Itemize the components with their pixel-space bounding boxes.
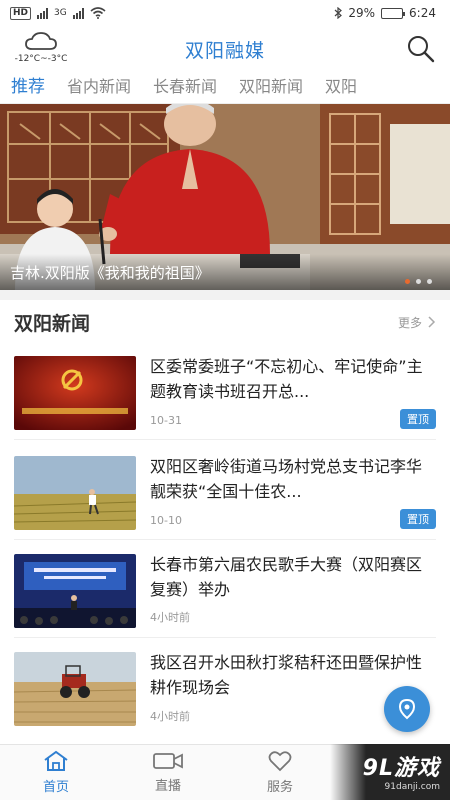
nav-services[interactable]: 服务 bbox=[224, 745, 336, 800]
news-thumbnail-image bbox=[14, 554, 136, 628]
carousel-dot-3[interactable] bbox=[427, 279, 432, 284]
news-title: 长春市第六届农民歌手大赛（双阳赛区复赛）举办 bbox=[150, 555, 423, 599]
battery-icon bbox=[381, 7, 406, 19]
news-thumbnail bbox=[14, 554, 136, 628]
tab-provincial-news[interactable]: 省内新闻 bbox=[56, 70, 142, 103]
watermark-brand: 9L游戏 bbox=[362, 756, 440, 781]
search-button[interactable] bbox=[406, 34, 436, 64]
news-thumbnail bbox=[14, 652, 136, 726]
more-link[interactable]: 更多 bbox=[398, 314, 436, 331]
pinned-badge: 置顶 bbox=[400, 509, 436, 529]
video-camera-icon bbox=[153, 753, 183, 769]
news-item[interactable]: 双阳区奢岭街道马场村党总支书记李华靓荣获“全国十佳农... 10-10 置顶 bbox=[14, 452, 436, 540]
carousel-indicator bbox=[405, 279, 432, 284]
nav-live[interactable]: 直播 bbox=[112, 745, 224, 800]
section-divider bbox=[0, 290, 450, 300]
section-header: 双阳新闻 更多 bbox=[0, 300, 450, 344]
hd-badge: HD bbox=[10, 6, 32, 20]
news-thumbnail-image bbox=[14, 652, 136, 726]
wifi-icon bbox=[90, 7, 106, 19]
news-date: 10-31 bbox=[150, 414, 182, 427]
nav-home-label: 首页 bbox=[42, 780, 69, 795]
news-title: 区委常委班子“不忘初心、牢记使命”主题教育读书班召开总... bbox=[150, 357, 423, 401]
more-label: 更多 bbox=[397, 315, 422, 330]
home-icon bbox=[44, 750, 68, 771]
section-title: 双阳新闻 bbox=[14, 312, 91, 335]
status-right: 29% 6:24 bbox=[334, 6, 436, 20]
news-title: 双阳区奢岭街道马场村党总支书记李华靓荣获“全国十佳农... bbox=[150, 457, 423, 501]
signal-icon-2 bbox=[72, 7, 84, 19]
network-type: 3G bbox=[54, 8, 67, 18]
clock: 6:24 bbox=[409, 6, 436, 20]
tab-recommend[interactable]: 推荐 bbox=[0, 70, 56, 103]
battery-percent: 29% bbox=[348, 6, 376, 20]
tab-shuangyang-news[interactable]: 双阳新闻 bbox=[228, 70, 314, 103]
news-item[interactable]: 区委常委班子“不忘初心、牢记使命”主题教育读书班召开总... 10-31 置顶 bbox=[14, 352, 436, 440]
pinned-badge: 置顶 bbox=[400, 409, 436, 429]
status-bar: HD 3G 29% 6:24 bbox=[0, 0, 450, 26]
news-date: 4小时前 bbox=[150, 710, 190, 723]
watermark-url: 91danji.com bbox=[384, 782, 440, 792]
news-date: 10-10 bbox=[150, 514, 182, 527]
heart-icon bbox=[268, 751, 292, 772]
nav-live-label: 直播 bbox=[154, 779, 181, 794]
signal-icon bbox=[37, 7, 49, 19]
banner-carousel[interactable]: 吉林.双阳版《我和我的祖国》 bbox=[0, 104, 450, 290]
chevron-right-icon bbox=[428, 316, 436, 328]
tab-changchun-news[interactable]: 长春新闻 bbox=[142, 70, 228, 103]
location-pin-icon bbox=[398, 698, 416, 720]
news-thumbnail-image bbox=[14, 356, 136, 430]
carousel-dot-1[interactable] bbox=[405, 279, 410, 284]
app-title: 双阳融媒 bbox=[184, 40, 265, 62]
news-item[interactable]: 我区召开水田秋打浆秸秆还田暨保护性耕作现场会 4小时前 bbox=[14, 648, 436, 736]
search-icon bbox=[408, 36, 435, 63]
status-left: HD 3G bbox=[10, 6, 106, 20]
news-thumbnail bbox=[14, 356, 136, 430]
bluetooth-icon bbox=[334, 7, 343, 19]
category-tabs: 推荐 省内新闻 长春新闻 双阳新闻 双阳 bbox=[0, 70, 450, 104]
tab-shuangyang-more[interactable]: 双阳 bbox=[314, 70, 368, 103]
news-item[interactable]: 长春市第六届农民歌手大赛（双阳赛区复赛）举办 4小时前 bbox=[14, 550, 436, 638]
nav-services-label: 服务 bbox=[266, 780, 293, 795]
location-float-button[interactable] bbox=[384, 686, 430, 732]
banner-caption: 吉林.双阳版《我和我的祖国》 bbox=[0, 254, 450, 290]
nav-home[interactable]: 首页 bbox=[0, 745, 112, 800]
app-header: -12°C~-3°C 双阳融媒 bbox=[0, 26, 450, 70]
news-date: 4小时前 bbox=[150, 611, 190, 624]
news-thumbnail bbox=[14, 456, 136, 530]
news-thumbnail-image bbox=[14, 456, 136, 530]
carousel-dot-2[interactable] bbox=[416, 279, 421, 284]
watermark-logo: 9L游戏 91danji.com bbox=[330, 744, 450, 800]
